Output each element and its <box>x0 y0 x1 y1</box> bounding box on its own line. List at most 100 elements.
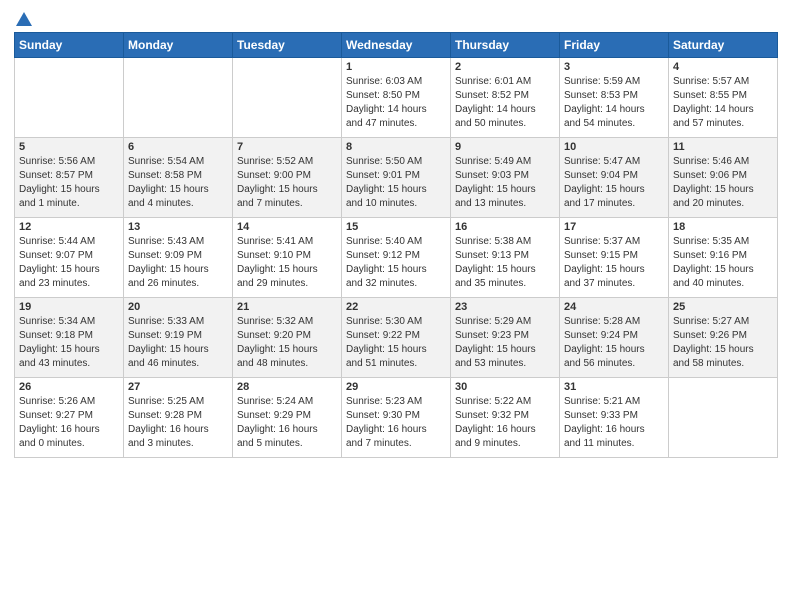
cell-date-number: 1 <box>346 61 446 73</box>
cell-info-text: Sunrise: 5:27 AM Sunset: 9:26 PM Dayligh… <box>673 315 773 371</box>
cell-info-text: Sunrise: 5:43 AM Sunset: 9:09 PM Dayligh… <box>128 235 228 291</box>
cell-info-text: Sunrise: 5:22 AM Sunset: 9:32 PM Dayligh… <box>455 395 555 451</box>
cell-info-text: Sunrise: 5:29 AM Sunset: 9:23 PM Dayligh… <box>455 315 555 371</box>
calendar-cell: 12 Sunrise: 5:44 AM Sunset: 9:07 PM Dayli… <box>15 218 124 298</box>
cell-info-text: Sunrise: 5:56 AM Sunset: 8:57 PM Dayligh… <box>19 155 119 211</box>
day-header-saturday: Saturday <box>669 33 778 58</box>
cell-date-number: 31 <box>564 381 664 393</box>
cell-info-text: Sunrise: 5:44 AM Sunset: 9:07 PM Dayligh… <box>19 235 119 291</box>
cell-info-text: Sunrise: 5:28 AM Sunset: 9:24 PM Dayligh… <box>564 315 664 371</box>
calendar-cell: 18 Sunrise: 5:35 AM Sunset: 9:16 PM Dayli… <box>669 218 778 298</box>
cell-info-text: Sunrise: 5:41 AM Sunset: 9:10 PM Dayligh… <box>237 235 337 291</box>
calendar-table: SundayMondayTuesdayWednesdayThursdayFrid… <box>14 32 778 458</box>
cell-info-text: Sunrise: 5:46 AM Sunset: 9:06 PM Dayligh… <box>673 155 773 211</box>
calendar-cell: 6 Sunrise: 5:54 AM Sunset: 8:58 PM Daylig… <box>124 138 233 218</box>
cell-info-text: Sunrise: 5:49 AM Sunset: 9:03 PM Dayligh… <box>455 155 555 211</box>
calendar-cell: 23Sunrise: 5:29 AM Sunset: 9:23 PM Dayli… <box>451 298 560 378</box>
calendar-cell: 15Sunrise: 5:40 AM Sunset: 9:12 PM Dayli… <box>342 218 451 298</box>
cell-date-number: 24 <box>564 301 664 313</box>
calendar-cell: 13 Sunrise: 5:43 AM Sunset: 9:09 PM Dayli… <box>124 218 233 298</box>
calendar-cell: 1Sunrise: 6:03 AM Sunset: 8:50 PM Daylig… <box>342 58 451 138</box>
cell-date-number: 10 <box>564 141 664 153</box>
cell-info-text: Sunrise: 5:37 AM Sunset: 9:15 PM Dayligh… <box>564 235 664 291</box>
cell-date-number: 20 <box>128 301 228 313</box>
day-header-thursday: Thursday <box>451 33 560 58</box>
cell-date-number: 13 <box>128 221 228 233</box>
week-row-5: 26 Sunrise: 5:26 AM Sunset: 9:27 PM Dayli… <box>15 378 778 458</box>
calendar-page: SundayMondayTuesdayWednesdayThursdayFrid… <box>0 0 792 612</box>
logo-text <box>14 10 33 28</box>
cell-date-number: 8 <box>346 141 446 153</box>
cell-info-text: Sunrise: 6:01 AM Sunset: 8:52 PM Dayligh… <box>455 75 555 131</box>
calendar-cell: 7 Sunrise: 5:52 AM Sunset: 9:00 PM Daylig… <box>233 138 342 218</box>
calendar-cell <box>669 378 778 458</box>
logo <box>14 10 33 24</box>
cell-info-text: Sunrise: 5:52 AM Sunset: 9:00 PM Dayligh… <box>237 155 337 211</box>
day-header-wednesday: Wednesday <box>342 33 451 58</box>
calendar-cell: 28Sunrise: 5:24 AM Sunset: 9:29 PM Dayli… <box>233 378 342 458</box>
cell-info-text: Sunrise: 5:35 AM Sunset: 9:16 PM Dayligh… <box>673 235 773 291</box>
cell-date-number: 27 <box>128 381 228 393</box>
calendar-cell: 3 Sunrise: 5:59 AM Sunset: 8:53 PM Daylig… <box>560 58 669 138</box>
cell-date-number: 4 <box>673 61 773 73</box>
cell-date-number: 30 <box>455 381 555 393</box>
calendar-cell: 20 Sunrise: 5:33 AM Sunset: 9:19 PM Dayli… <box>124 298 233 378</box>
calendar-header: SundayMondayTuesdayWednesdayThursdayFrid… <box>15 33 778 58</box>
cell-date-number: 9 <box>455 141 555 153</box>
cell-date-number: 29 <box>346 381 446 393</box>
calendar-cell: 26 Sunrise: 5:26 AM Sunset: 9:27 PM Dayli… <box>15 378 124 458</box>
cell-date-number: 7 <box>237 141 337 153</box>
calendar-cell: 5 Sunrise: 5:56 AM Sunset: 8:57 PM Daylig… <box>15 138 124 218</box>
cell-info-text: Sunrise: 5:21 AM Sunset: 9:33 PM Dayligh… <box>564 395 664 451</box>
calendar-cell: 4Sunrise: 5:57 AM Sunset: 8:55 PM Daylig… <box>669 58 778 138</box>
calendar-cell: 14Sunrise: 5:41 AM Sunset: 9:10 PM Dayli… <box>233 218 342 298</box>
cell-date-number: 2 <box>455 61 555 73</box>
cell-info-text: Sunrise: 5:54 AM Sunset: 8:58 PM Dayligh… <box>128 155 228 211</box>
week-row-1: 1Sunrise: 6:03 AM Sunset: 8:50 PM Daylig… <box>15 58 778 138</box>
cell-date-number: 16 <box>455 221 555 233</box>
cell-date-number: 3 <box>564 61 664 73</box>
cell-info-text: Sunrise: 5:34 AM Sunset: 9:18 PM Dayligh… <box>19 315 119 371</box>
cell-info-text: Sunrise: 5:23 AM Sunset: 9:30 PM Dayligh… <box>346 395 446 451</box>
week-row-3: 12 Sunrise: 5:44 AM Sunset: 9:07 PM Dayli… <box>15 218 778 298</box>
cell-date-number: 25 <box>673 301 773 313</box>
day-header-sunday: Sunday <box>15 33 124 58</box>
cell-info-text: Sunrise: 5:33 AM Sunset: 9:19 PM Dayligh… <box>128 315 228 371</box>
calendar-cell: 29 Sunrise: 5:23 AM Sunset: 9:30 PM Dayli… <box>342 378 451 458</box>
calendar-cell: 22 Sunrise: 5:30 AM Sunset: 9:22 PM Dayli… <box>342 298 451 378</box>
cell-date-number: 12 <box>19 221 119 233</box>
calendar-cell: 11Sunrise: 5:46 AM Sunset: 9:06 PM Dayli… <box>669 138 778 218</box>
week-row-4: 19 Sunrise: 5:34 AM Sunset: 9:18 PM Dayli… <box>15 298 778 378</box>
calendar-cell: 10 Sunrise: 5:47 AM Sunset: 9:04 PM Dayli… <box>560 138 669 218</box>
day-header-tuesday: Tuesday <box>233 33 342 58</box>
cell-date-number: 6 <box>128 141 228 153</box>
calendar-cell: 9 Sunrise: 5:49 AM Sunset: 9:03 PM Daylig… <box>451 138 560 218</box>
day-header-row: SundayMondayTuesdayWednesdayThursdayFrid… <box>15 33 778 58</box>
cell-info-text: Sunrise: 5:24 AM Sunset: 9:29 PM Dayligh… <box>237 395 337 451</box>
cell-info-text: Sunrise: 5:47 AM Sunset: 9:04 PM Dayligh… <box>564 155 664 211</box>
header <box>14 10 778 24</box>
day-header-monday: Monday <box>124 33 233 58</box>
day-header-friday: Friday <box>560 33 669 58</box>
cell-date-number: 21 <box>237 301 337 313</box>
cell-info-text: Sunrise: 5:38 AM Sunset: 9:13 PM Dayligh… <box>455 235 555 291</box>
cell-date-number: 5 <box>19 141 119 153</box>
cell-info-text: Sunrise: 5:26 AM Sunset: 9:27 PM Dayligh… <box>19 395 119 451</box>
calendar-cell: 8Sunrise: 5:50 AM Sunset: 9:01 PM Daylig… <box>342 138 451 218</box>
cell-date-number: 18 <box>673 221 773 233</box>
cell-info-text: Sunrise: 5:59 AM Sunset: 8:53 PM Dayligh… <box>564 75 664 131</box>
cell-date-number: 22 <box>346 301 446 313</box>
calendar-cell <box>233 58 342 138</box>
cell-info-text: Sunrise: 5:40 AM Sunset: 9:12 PM Dayligh… <box>346 235 446 291</box>
calendar-cell: 19 Sunrise: 5:34 AM Sunset: 9:18 PM Dayli… <box>15 298 124 378</box>
cell-info-text: Sunrise: 5:30 AM Sunset: 9:22 PM Dayligh… <box>346 315 446 371</box>
calendar-cell <box>124 58 233 138</box>
calendar-cell: 21Sunrise: 5:32 AM Sunset: 9:20 PM Dayli… <box>233 298 342 378</box>
calendar-body: 1Sunrise: 6:03 AM Sunset: 8:50 PM Daylig… <box>15 58 778 458</box>
cell-date-number: 19 <box>19 301 119 313</box>
calendar-cell: 2 Sunrise: 6:01 AM Sunset: 8:52 PM Daylig… <box>451 58 560 138</box>
calendar-cell: 16 Sunrise: 5:38 AM Sunset: 9:13 PM Dayli… <box>451 218 560 298</box>
cell-date-number: 26 <box>19 381 119 393</box>
calendar-cell <box>15 58 124 138</box>
calendar-cell: 31 Sunrise: 5:21 AM Sunset: 9:33 PM Dayli… <box>560 378 669 458</box>
